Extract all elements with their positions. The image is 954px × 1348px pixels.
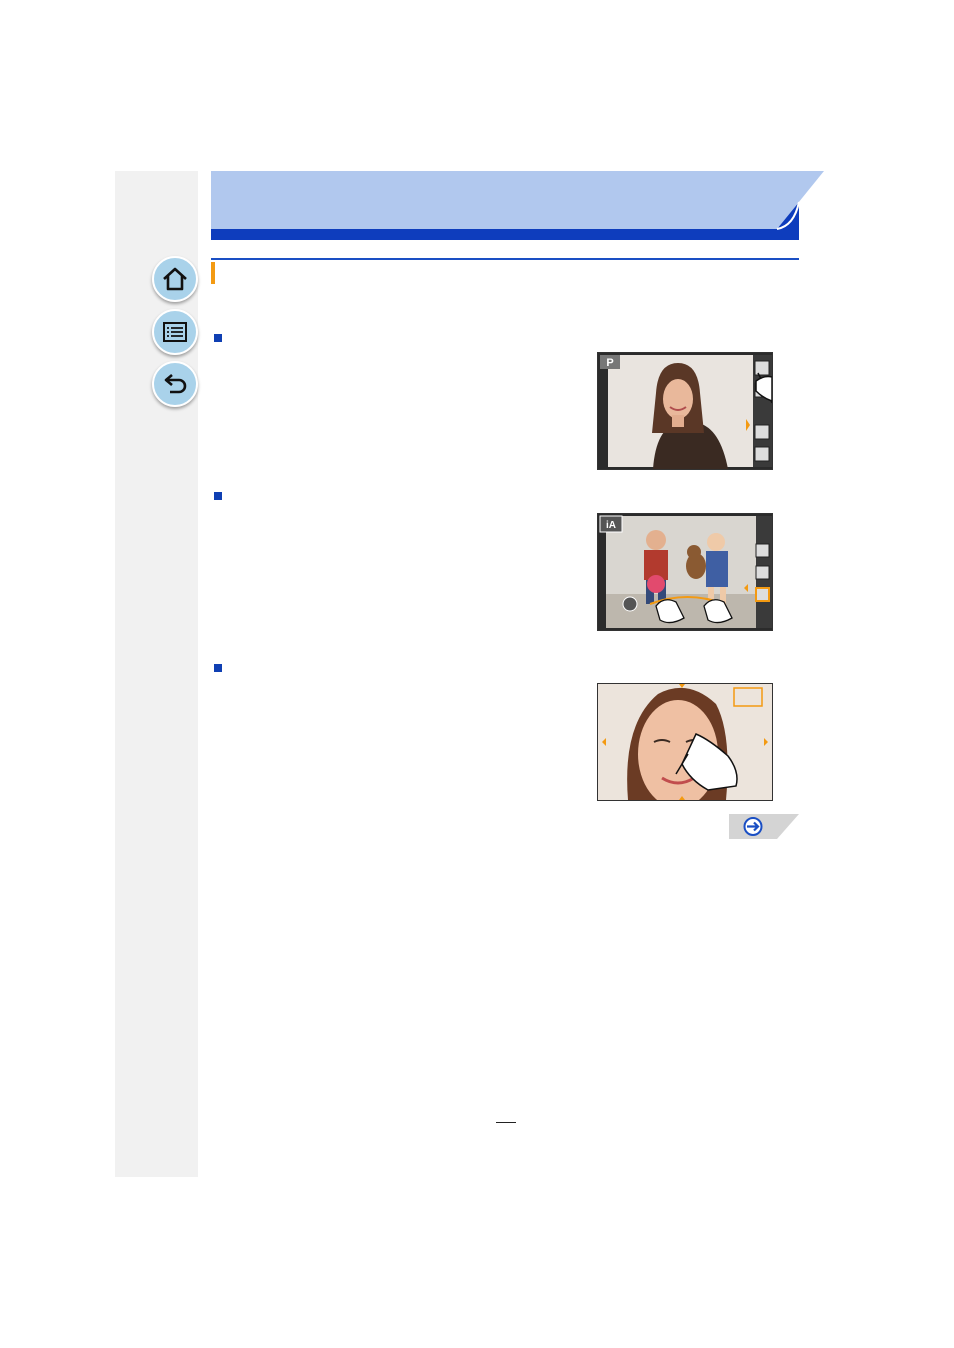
list-icon [163,322,187,342]
section-title-rule [211,258,799,260]
next-page-button[interactable] [729,814,799,839]
section-title-accent [211,262,215,284]
page-number-rule [496,1122,516,1123]
return-arrow-icon [164,374,187,394]
exposure-icon[interactable] [755,587,770,602]
touch-shutter-icon[interactable] [754,360,770,376]
touch-pinch-illustration [597,683,773,801]
heading-bullet [214,492,222,500]
chapter-header-band [211,171,824,240]
heading-bullet [214,664,222,672]
touch-slide-illustration: iA [597,513,773,631]
touch-icon-illustration: P [597,352,773,470]
arrow-right-circle-icon [743,817,763,836]
touch-icon-2[interactable] [755,565,770,580]
contents-button[interactable] [152,309,198,355]
home-button[interactable] [152,256,198,302]
touch-photo-style-icon[interactable] [754,446,770,462]
back-button[interactable] [152,361,198,407]
mode-indicator: iA [606,520,616,531]
touch-effect-icon[interactable] [754,424,770,440]
home-icon [163,267,187,291]
slider-min-icon [622,596,638,612]
heading-bullet [214,334,222,342]
mode-indicator: P [606,357,613,369]
touch-icon-1[interactable] [755,543,770,558]
